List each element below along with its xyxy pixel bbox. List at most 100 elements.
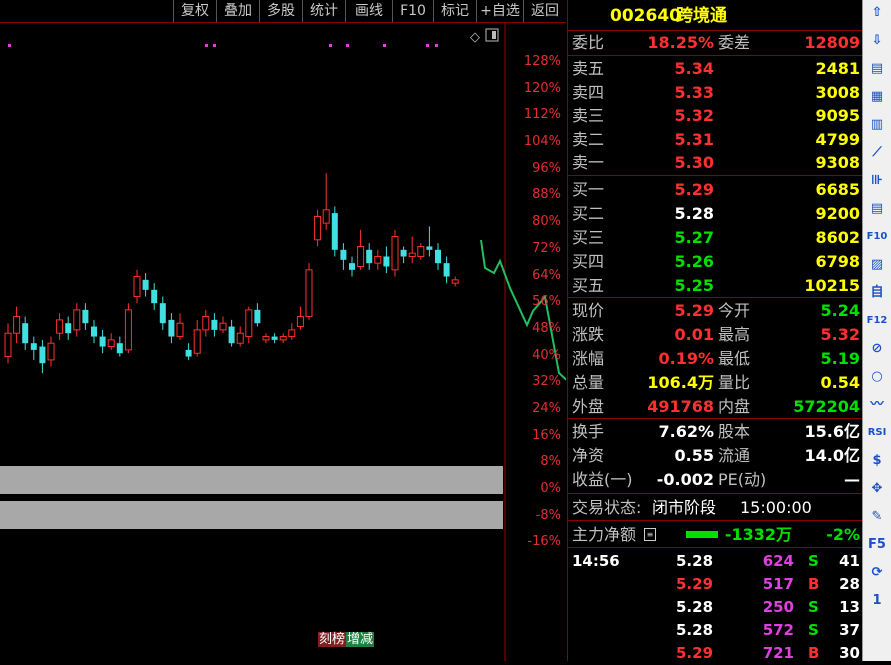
bid-row: 买二 5.28 9200 [568,202,862,225]
candle [116,343,123,354]
diff-value: 12809 [804,33,860,52]
tick-price: 5.29 [676,644,714,662]
quote-value: 5.29 [674,301,714,320]
fund-value: 0.55 [674,446,714,465]
tick-count: 13 [839,598,860,616]
candle [305,269,313,318]
tick-price: 5.28 [676,598,714,616]
candle [4,332,12,358]
grid-icon[interactable]: ▥ [866,115,888,135]
up-arrow-icon[interactable]: ⇧ [866,3,888,23]
line-icon[interactable]: ⟋ [866,143,888,163]
ask-price: 5.31 [674,129,714,149]
add-watchlist-button[interactable]: +自选 [476,0,523,22]
main-force-label: 主力净额 [572,525,637,544]
main-force-pct: -2% [826,525,860,544]
candle [262,336,270,341]
ask-label: 卖五 [572,59,605,78]
volume-bar-1 [0,466,503,494]
chart-icon[interactable]: ▦ [866,87,888,107]
fund-value-2: 15.6亿 [804,422,860,441]
y-tick-label: 0% [540,481,561,496]
pen-icon[interactable]: ✎ [866,507,888,527]
self-icon[interactable]: 自 [866,283,888,303]
list-icon[interactable]: ≡ [644,528,656,541]
y-tick-label: 64% [532,267,561,283]
candle [271,336,278,340]
F5-icon[interactable]: F5 [866,535,888,555]
rank-label[interactable]: 刻榜 [318,632,347,647]
fund-label-2: PE(动) [718,470,767,489]
tick-time: 14:56 [572,552,620,570]
quote-value: 0.01 [674,325,714,344]
quote-value-2: 0.54 [820,373,860,392]
overlay-button[interactable]: 叠加 [216,0,259,22]
y-tick-label: 32% [532,374,561,390]
candle [56,319,64,334]
bid-row: 买四 5.26 6798 [568,250,862,273]
bid-label: 买四 [572,252,605,271]
fund-label-2: 股本 [718,422,751,441]
quote-label-2: 最高 [718,325,751,344]
candle [124,309,132,351]
statistics-button[interactable]: 统计 [302,0,345,22]
kline-chart[interactable]: ◇ 128% 120% 112% 104% 96% 88% 80% 72% 64% 56% 48% 4… [0,23,566,661]
stat-icon[interactable]: ⊘ [866,339,888,359]
fund-value-2: 14.0亿 [804,446,860,465]
y-tick-label: 80% [532,214,561,230]
ask-volume: 3008 [815,82,860,102]
quote-label: 涨幅 [572,349,605,368]
ask-price: 5.33 [674,82,714,102]
y-tick-label: 88% [532,187,561,203]
signal-marker [426,44,429,47]
f10-button[interactable]: F10 [392,0,433,22]
back-button[interactable]: 返回 [523,0,566,22]
candle [443,263,450,277]
mark-button[interactable]: 标记 [433,0,476,22]
y-tick-label: 24% [532,400,561,416]
y-tick-label: 16% [532,427,561,443]
wave-icon[interactable]: 〰 [866,395,888,415]
candle [133,276,141,298]
1-icon[interactable]: 1 [866,591,888,611]
candle [322,209,330,224]
tick-row: 5.29 721 B 30 [568,642,862,665]
doc2-icon[interactable]: ▤ [866,199,888,219]
F10-icon[interactable]: F10 [866,227,888,247]
circle-icon[interactable]: ○ [866,367,888,387]
doc-icon[interactable]: ▤ [866,59,888,79]
fuquan-button[interactable]: 复权 [173,0,216,22]
draw-line-button[interactable]: 画线 [345,0,392,22]
tick-side: S [808,552,819,570]
candle [331,213,338,250]
candle [47,342,55,361]
quote-label: 外盘 [572,397,605,416]
S-icon[interactable]: $ [866,451,888,471]
signal-marker [213,44,216,47]
ask-price: 5.32 [674,106,714,125]
fund-value: -0.002 [656,470,714,489]
move-icon[interactable]: ✥ [866,479,888,499]
quote-value-2: 5.19 [820,349,860,368]
F12-icon[interactable]: F12 [866,311,888,331]
tick-volume: 572 [762,621,794,639]
quote-label-2: 最低 [718,349,751,368]
quote-label-2: 内盘 [718,397,751,416]
y-tick-label: 48% [532,320,561,336]
y-tick-label: 112% [523,107,561,123]
change-label[interactable]: 增减 [346,632,375,647]
y-tick-label: 96% [532,160,561,176]
bid-row: 买一 5.29 6685 [568,178,862,201]
down-arrow-icon[interactable]: ⇩ [866,31,888,51]
RSI-icon[interactable]: RSI [866,423,888,443]
candle-icon[interactable]: ⊪ [866,171,888,191]
ratio-value: 18.25% [647,33,714,52]
candle [228,326,235,344]
multi-stock-button[interactable]: 多股 [259,0,302,22]
tick-count: 37 [839,621,860,639]
candle [99,336,106,347]
quote-value: 106.4万 [647,373,714,392]
refresh-icon[interactable]: ⟳ [866,563,888,583]
trend-icon[interactable]: ▨ [866,255,888,275]
trade-status-time: 15:00:00 [740,498,812,517]
